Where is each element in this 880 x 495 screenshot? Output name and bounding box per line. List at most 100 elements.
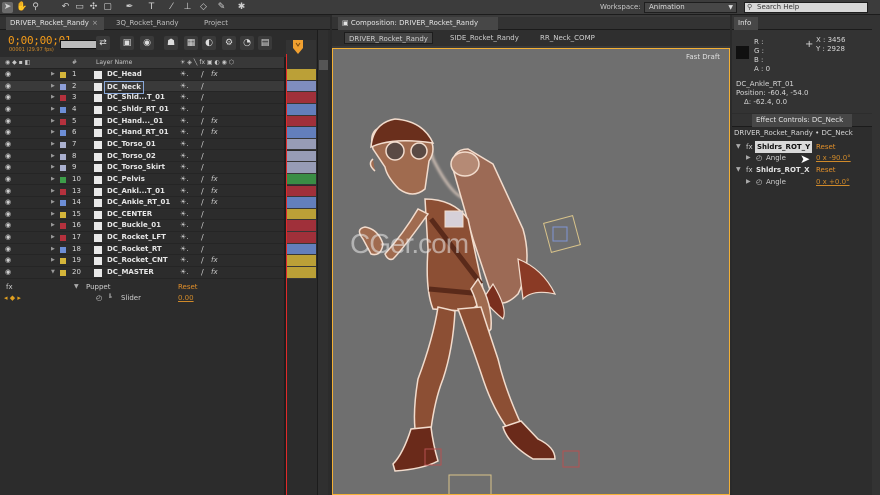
layer-duration-bar[interactable] [286,127,316,139]
label-color-swatch[interactable] [60,130,66,137]
expand-triangle-icon[interactable]: ▶ [51,255,55,266]
shy-switch-icon[interactable]: ☀. [180,81,189,92]
pin-handle-ankle[interactable] [562,450,580,468]
pen-tool-icon[interactable]: ✒ [124,2,135,13]
col-layer-name-header[interactable]: Layer Name [96,59,132,66]
subtab-side[interactable]: SIDE_Rocket_Randy [446,32,523,44]
layer-duration-bar[interactable] [286,138,316,151]
expand-triangle-icon[interactable]: ▶ [51,139,55,150]
eye-icon[interactable]: ◉ [5,197,11,208]
hand-tool-icon[interactable]: ✋ [16,2,27,13]
layer-row[interactable]: ◉ ▶ 17 DC_Rocket_LFT ☀. / [0,232,284,244]
layer-duration-bar[interactable] [286,115,316,128]
label-color-swatch[interactable] [60,118,66,125]
shy-switch-icon[interactable]: ☀. [180,186,189,197]
eye-icon[interactable]: ◉ [5,92,11,103]
eye-icon[interactable]: ◉ [5,104,11,115]
quality-switch-icon[interactable]: / [201,267,204,278]
pin-handle[interactable] [552,226,568,242]
fx-switch-icon[interactable]: fx [211,197,218,208]
layer-name[interactable]: DC_MASTER [107,267,154,278]
layer-row[interactable]: ◉ ▶ 16 DC_Buckle_01 ☀. / [0,220,284,233]
label-color-swatch[interactable] [60,95,66,102]
close-icon[interactable]: × [92,19,98,27]
layer-row[interactable]: ◉ ▶ 1 DC_Head ☀. / fx [0,69,284,81]
shy-switch-icon[interactable]: ☀. [180,197,189,208]
zoom-tool-icon[interactable]: ⚲ [30,2,41,13]
layer-duration-bar[interactable] [286,162,316,174]
expand-triangle-icon[interactable]: ▶ [51,116,55,127]
quality-switch-icon[interactable]: / [201,104,204,115]
quality-switch-icon[interactable]: / [201,209,204,220]
layer-row[interactable]: ◉ ▶ 13 DC_Ankl...T_01 ☀. / fx [0,186,284,198]
layer-row[interactable]: ◉ ▶ 5 DC_Hand..._01 ☀. / fx [0,116,284,128]
layer-name[interactable]: DC_Rocket_RT [107,244,162,255]
shy-switch-icon[interactable]: ☀. [180,174,189,185]
tab-driver-rocket-randy[interactable]: DRIVER_Rocket_Randy × [6,17,104,30]
layer-duration-bar[interactable] [286,255,316,267]
quality-switch-icon[interactable]: / [201,162,204,173]
layer-name[interactable]: DC_Ankl...T_01 [107,186,165,197]
layer-name[interactable]: DC_CENTER [107,209,152,220]
layer-duration-bar[interactable] [286,69,316,81]
expand-triangle-icon[interactable]: ▶ [51,81,55,92]
subtab-driver[interactable]: DRIVER_Rocket_Randy [344,32,433,44]
quality-switch-icon[interactable]: / [201,139,204,150]
rotate-tool-icon[interactable]: ↶ [60,2,71,13]
graph-icon[interactable]: ╚ [108,292,112,304]
layer-duration-bar[interactable] [286,197,316,209]
shy-switch-icon[interactable]: ☀. [180,232,189,243]
layer-name[interactable]: DC_Ankle_RT_01 [107,197,170,208]
label-color-swatch[interactable] [60,270,66,277]
label-color-swatch[interactable] [60,141,66,148]
layer-row[interactable]: ◉ ▶ 14 DC_Ankle_RT_01 ☀. / fx [0,197,284,209]
expand-triangle-icon[interactable]: ▼ [736,164,741,176]
shy-switch-icon[interactable]: ☀. [180,244,189,255]
tab-project[interactable]: Project [200,17,240,30]
clone-stamp-tool-icon[interactable]: ⊥ [182,2,193,13]
label-color-swatch[interactable] [60,106,66,113]
quality-switch-icon[interactable]: / [201,81,204,92]
angle-value[interactable]: 0 x +0.0° [816,176,850,188]
eye-icon[interactable]: ◉ [5,174,11,185]
layer-row[interactable]: ◉ ▶ 3 DC_Shld...T_01 ☀. / [0,92,284,104]
layer-name[interactable]: DC_Rocket_CNT [107,255,168,266]
label-color-swatch[interactable] [60,165,66,172]
rectangle-tool-icon[interactable]: ▢ [102,2,113,13]
shy-switch-icon[interactable]: ☀. [180,104,189,115]
pan-behind-tool-icon[interactable]: ✣ [88,2,99,13]
eye-icon[interactable]: ◉ [5,139,11,150]
eye-icon[interactable]: ◉ [5,232,11,243]
quality-switch-icon[interactable]: / [201,127,204,138]
eye-icon[interactable]: ◉ [5,116,11,127]
layer-row[interactable]: ◉ ▶ 10 DC_Pelvis ☀. / fx [0,174,284,186]
expand-triangle-icon[interactable]: ▶ [51,197,55,208]
camera-tool-icon[interactable]: ▭ [74,2,85,13]
label-color-swatch[interactable] [60,258,66,265]
layer-duration-bar[interactable] [286,232,316,244]
layer-name[interactable]: DC_Buckle_01 [107,220,161,231]
label-color-swatch[interactable] [60,176,66,183]
quality-switch-icon[interactable]: / [201,255,204,266]
expand-triangle-icon[interactable]: ▶ [51,174,55,185]
workspace-select[interactable]: Animation ▼ [644,2,737,13]
shy-switch-icon[interactable]: ☀. [180,209,189,220]
quality-switch-icon[interactable]: / [201,232,204,243]
eye-icon[interactable]: ◉ [5,255,11,266]
shy-switch-icon[interactable]: ☀. [180,116,189,127]
layer-name[interactable]: DC_Shld...T_01 [107,92,165,103]
expand-triangle-icon[interactable]: ▶ [51,232,55,243]
eye-icon[interactable]: ◉ [5,209,11,220]
frame-blending-icon[interactable]: ▦ [184,36,198,50]
timeline-scrollbar[interactable] [317,30,328,495]
label-color-swatch[interactable] [60,223,66,230]
shy-switch-icon[interactable]: ☀. [180,151,189,162]
layer-duration-bar[interactable] [286,80,316,93]
tab-info[interactable]: Info [734,17,758,30]
shy-switch-icon[interactable]: ☀. [180,92,189,103]
quality-switch-icon[interactable]: / [201,116,204,127]
tab-3q-rocket-randy[interactable]: 3Q_Rocket_Randy [112,17,196,30]
effect-reset-link[interactable]: Reset [816,164,836,176]
label-color-swatch[interactable] [60,200,66,207]
eye-icon[interactable]: ◉ [5,267,11,278]
